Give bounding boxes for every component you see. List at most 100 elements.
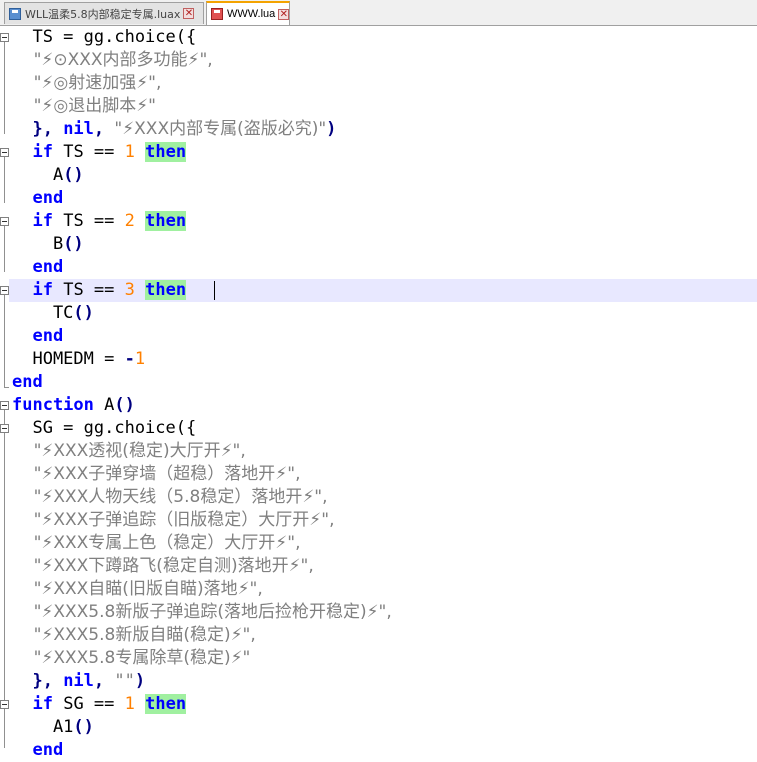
- code-line[interactable]: A(): [12, 164, 84, 187]
- code-token: end: [32, 326, 64, 346]
- code-line[interactable]: "⚡XXX下蹲路飞(稳定自测)落地开⚡",: [12, 555, 314, 578]
- code-token: "⚡XXX专属上色（稳定）大厅开⚡",: [12, 533, 301, 553]
- code-token: A: [12, 165, 64, 185]
- tab-www-lua[interactable]: WWW.lua ✕: [206, 1, 290, 25]
- code-line[interactable]: end: [12, 325, 63, 348]
- code-token: then: [145, 280, 187, 300]
- fold-toggle-icon[interactable]: [0, 148, 9, 157]
- text-caret: [214, 281, 215, 300]
- tab-label: WLL温柔5.8内部稳定专属.luax: [25, 7, 181, 21]
- code-line[interactable]: "⚡XXX子弹追踪（旧版稳定）大厅开⚡",: [12, 509, 335, 532]
- code-line[interactable]: "⚡XXX透视(稳定)大厅开⚡",: [12, 440, 246, 463]
- code-line[interactable]: "⚡XXX5.8新版自瞄(稳定)⚡",: [12, 624, 256, 647]
- code-token: function: [12, 395, 94, 415]
- code-token: "⚡XXX5.8新版自瞄(稳定)⚡",: [12, 625, 256, 645]
- code-token: TS ==: [52, 211, 125, 231]
- close-icon[interactable]: ✕: [183, 8, 195, 19]
- code-line[interactable]: B(): [12, 233, 84, 256]
- code-token: HOMEDM =: [12, 349, 125, 369]
- fold-line: [4, 157, 5, 203]
- fold-toggle-icon[interactable]: [0, 217, 9, 226]
- code-token: 1: [124, 142, 135, 162]
- code-token: 3: [124, 280, 135, 300]
- code-line[interactable]: if TS == 3 then: [12, 279, 187, 302]
- code-line[interactable]: end: [12, 256, 63, 279]
- code-line[interactable]: "⚡◎射速加强⚡",: [12, 72, 162, 95]
- code-token: (): [63, 165, 84, 185]
- tab-wll-luax[interactable]: WLL温柔5.8内部稳定专属.luax ✕: [4, 2, 204, 24]
- code-line[interactable]: end: [12, 187, 63, 210]
- code-line[interactable]: }, nil, ""): [12, 670, 145, 693]
- code-line[interactable]: HOMEDM = -1: [12, 348, 145, 371]
- code-line[interactable]: }, nil, "⚡XXX内部专属(盗版必究)"): [12, 118, 336, 141]
- saved-file-icon: [9, 7, 21, 20]
- code-line[interactable]: "⚡XXX人物天线（5.8稳定）落地开⚡",: [12, 486, 328, 509]
- code-token: ,: [93, 119, 115, 139]
- code-token: 2: [124, 211, 135, 231]
- code-token: "⚡XXX子弹穿墙（超稳）落地开⚡",: [12, 464, 301, 484]
- code-token: "⚡XXX自瞄(旧版自瞄)落地⚡",: [12, 579, 263, 599]
- code-token: ): [326, 119, 337, 139]
- fold-line: [4, 295, 5, 387]
- fold-line: [4, 226, 5, 272]
- code-token: "⚡⊙XXX内部多功能⚡",: [12, 50, 213, 70]
- code-line[interactable]: if TS == 2 then: [12, 210, 187, 233]
- code-line[interactable]: SG = gg.choice({: [12, 417, 196, 440]
- fold-toggle-icon[interactable]: [0, 424, 9, 433]
- code-line[interactable]: function A(): [12, 394, 135, 417]
- code-line[interactable]: if TS == 1 then: [12, 141, 187, 164]
- code-token: if: [32, 142, 53, 162]
- code-token: then: [145, 694, 187, 714]
- code-line[interactable]: "⚡XXX子弹穿墙（超稳）落地开⚡",: [12, 463, 301, 486]
- code-token: },: [12, 119, 64, 139]
- fold-line: [4, 410, 5, 748]
- code-token: 1: [134, 349, 146, 369]
- code-token: nil: [63, 671, 94, 691]
- code-token: -: [124, 349, 135, 369]
- fold-toggle-icon[interactable]: [0, 700, 9, 709]
- code-line[interactable]: "⚡◎退出脚本⚡": [12, 95, 156, 118]
- code-line[interactable]: "⚡XXX5.8专属除草(稳定)⚡": [12, 647, 251, 670]
- code-line[interactable]: end: [12, 739, 63, 762]
- fold-line: [4, 42, 5, 134]
- code-token: TS = gg.choice({: [12, 27, 197, 47]
- code-token: (): [63, 234, 84, 254]
- fold-toggle-icon[interactable]: [0, 33, 9, 42]
- code-line[interactable]: A1(): [12, 716, 94, 739]
- code-line[interactable]: "⚡XXX自瞄(旧版自瞄)落地⚡",: [12, 578, 263, 601]
- code-token: end: [32, 188, 64, 208]
- close-icon[interactable]: ✕: [278, 8, 290, 20]
- code-line[interactable]: "⚡XXX5.8新版子弹追踪(落地后捡枪开稳定)⚡",: [12, 601, 392, 624]
- fold-toggle-icon[interactable]: [0, 401, 9, 410]
- modified-file-icon: [211, 8, 223, 20]
- code-token: (): [73, 303, 94, 323]
- code-token: "⚡XXX下蹲路飞(稳定自测)落地开⚡",: [12, 556, 314, 576]
- code-token: if: [32, 280, 53, 300]
- code-token: "⚡◎射速加强⚡",: [12, 73, 162, 93]
- code-token: "⚡XXX内部专属(盗版必究)": [114, 119, 327, 139]
- code-line[interactable]: "⚡⊙XXX内部多功能⚡",: [12, 49, 213, 72]
- code-line[interactable]: if SG == 1 then: [12, 693, 187, 716]
- code-token: TS ==: [52, 142, 125, 162]
- code-editor[interactable]: TS = gg.choice({ "⚡⊙XXX内部多功能⚡", "⚡◎射速加强⚡…: [0, 26, 757, 760]
- tab-bar: WLL温柔5.8内部稳定专属.luax ✕ WWW.lua ✕: [0, 0, 757, 26]
- tab-label: WWW.lua: [227, 8, 276, 20]
- fold-toggle-icon[interactable]: [0, 286, 9, 295]
- code-line[interactable]: TC(): [12, 302, 94, 325]
- code-token: (): [73, 717, 94, 737]
- code-token: then: [145, 211, 187, 231]
- code-line[interactable]: "⚡XXX专属上色（稳定）大厅开⚡",: [12, 532, 301, 555]
- code-token: "": [114, 671, 135, 691]
- code-token: A: [93, 395, 115, 415]
- code-token: if: [32, 694, 53, 714]
- code-line[interactable]: TS = gg.choice({: [12, 26, 196, 49]
- code-line[interactable]: end: [12, 371, 43, 394]
